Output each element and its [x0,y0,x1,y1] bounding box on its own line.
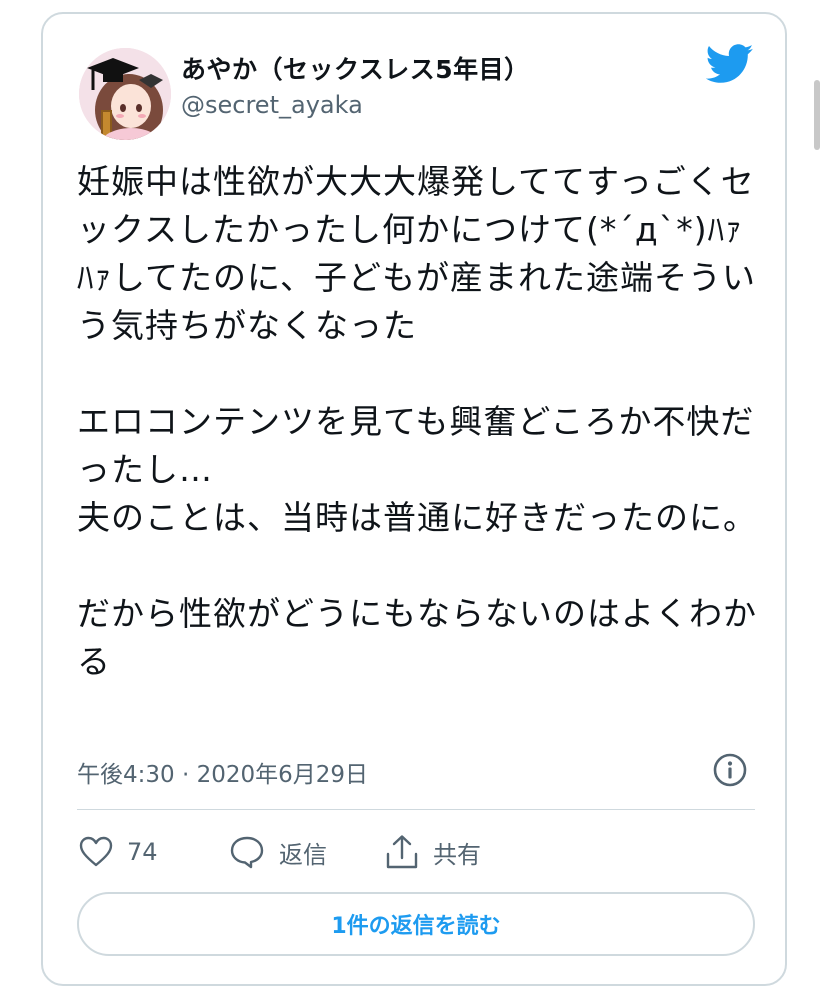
display-name[interactable]: あやか（セックスレス5年目） [181,50,530,86]
scroll-indicator[interactable] [814,80,820,150]
tweet-card[interactable]: あやか（セックスレス5年目） @secret_ayaka 妊娠中は性欲が大大大爆… [41,12,787,986]
reply-button[interactable]: 返信 [229,832,327,872]
like-button[interactable]: 74 [79,832,158,872]
share-button[interactable]: 共有 [385,832,481,872]
read-replies-button[interactable]: 1件の返信を読む [77,892,755,956]
tweet-text: 妊娠中は性欲が大大大爆発しててすっごくセックスしたかったし何かにつけて(*´д`… [77,158,757,686]
user-handle[interactable]: @secret_ayaka [181,91,363,119]
heart-icon [79,836,113,867]
tweet-paragraph: 妊娠中は性欲が大大大爆発しててすっごくセックスしたかったし何かにつけて(*´д`… [77,162,757,345]
like-count: 74 [127,838,158,866]
tweet-paragraph: だから性欲がどうにもならないのはよくわかる [77,594,757,681]
reply-label: 返信 [279,840,327,869]
info-icon[interactable] [713,753,747,787]
share-label: 共有 [433,840,481,869]
tweet-timestamp[interactable]: 午後4:30 · 2020年6月29日 [77,755,368,789]
twitter-bird-icon[interactable] [706,44,754,84]
avatar[interactable] [79,48,171,140]
tweet-paragraph: エロコンテンツを見ても興奮どころか不快だったし… 夫のことは、当時は普通に好きだ… [77,402,757,537]
speech-bubble-icon [230,836,264,869]
divider [77,809,755,810]
share-icon [386,835,418,869]
